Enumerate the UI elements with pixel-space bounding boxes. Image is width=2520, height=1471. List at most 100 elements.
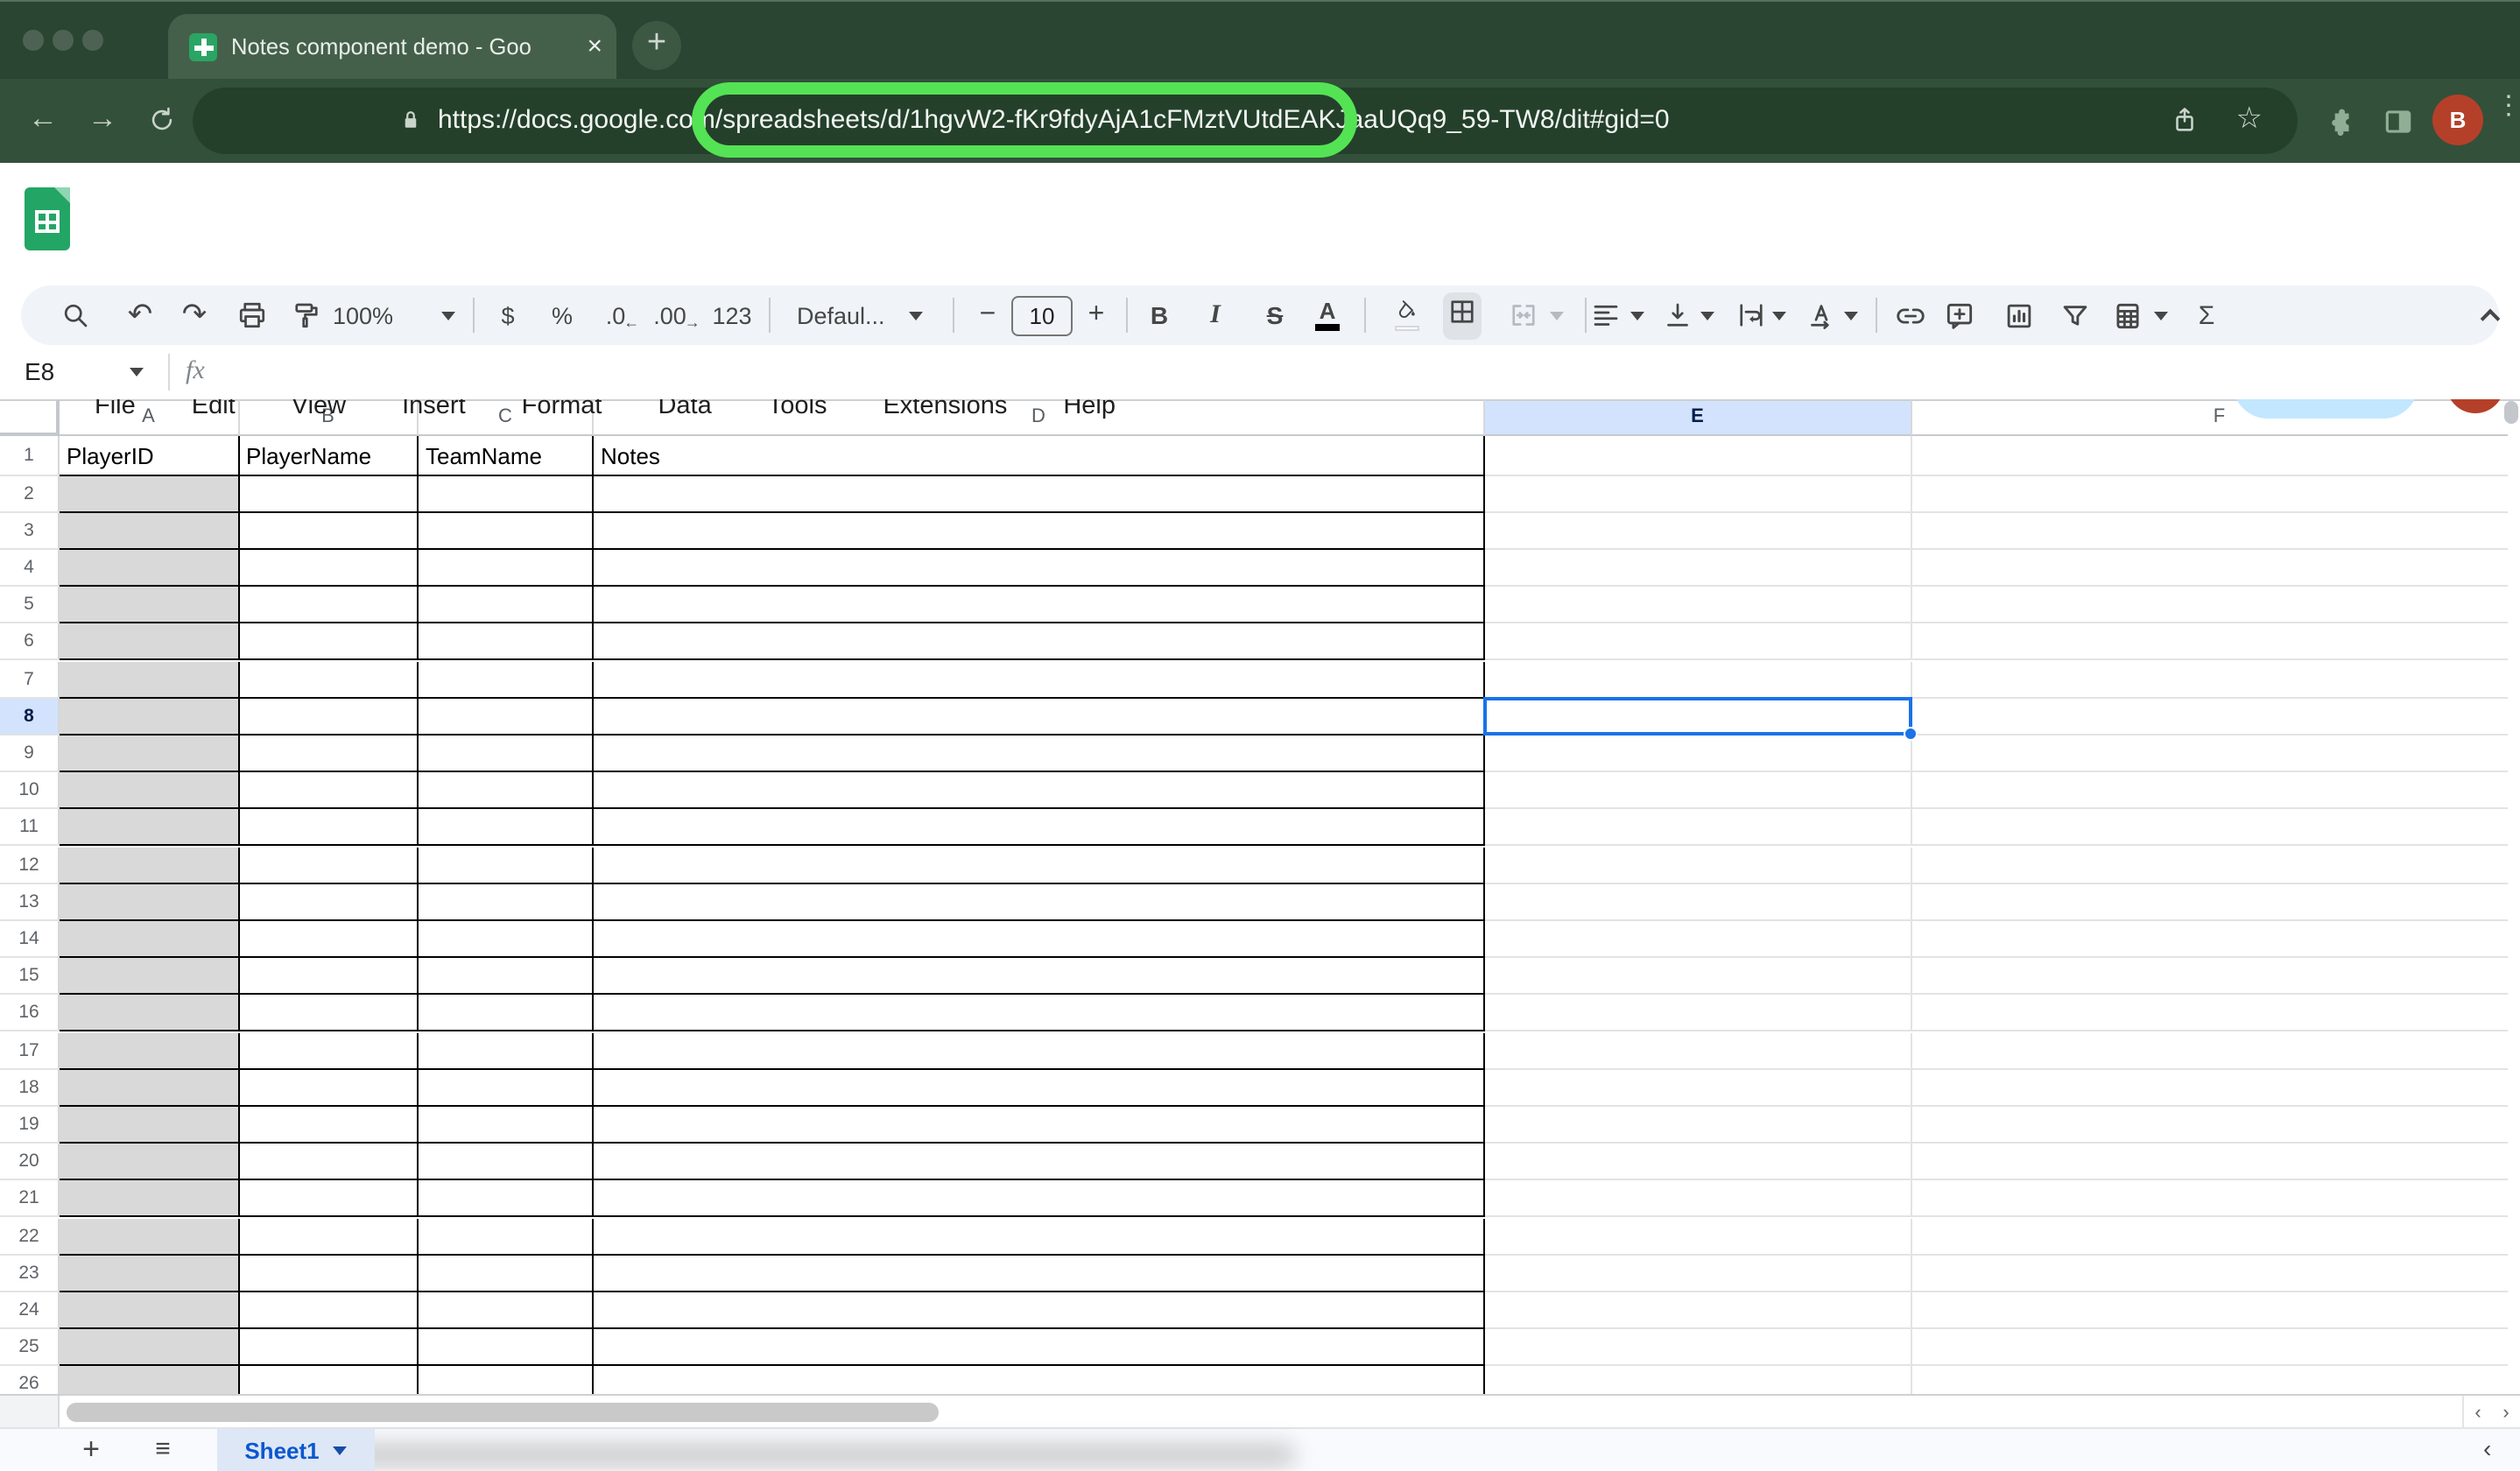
cell-F8[interactable]: [1911, 698, 2520, 735]
cell-F19[interactable]: [1911, 1107, 2520, 1144]
address-bar[interactable]: https://docs.google.com/spreadsheets/d/1…: [193, 88, 2298, 154]
cell-F13[interactable]: [1911, 883, 2520, 920]
cell-B3[interactable]: [239, 512, 419, 549]
cell-B6[interactable]: [239, 624, 419, 661]
cell-F18[interactable]: [1911, 1069, 2520, 1106]
reload-icon[interactable]: [147, 79, 177, 163]
cell-E15[interactable]: [1485, 958, 1911, 995]
cell-A9[interactable]: [60, 736, 239, 772]
horizontal-scrollbar[interactable]: ‹ ›: [0, 1394, 2520, 1427]
merge-cells-button[interactable]: [1508, 285, 1539, 345]
cell-E13[interactable]: [1485, 883, 1911, 920]
cell-C13[interactable]: [419, 883, 594, 920]
cell-B18[interactable]: [239, 1069, 419, 1106]
row-header-8[interactable]: 8: [0, 698, 60, 735]
create-filter-icon[interactable]: [2059, 285, 2092, 345]
cell-A21[interactable]: [60, 1181, 239, 1218]
cell-A1[interactable]: PlayerID: [60, 435, 239, 475]
cell-D8[interactable]: [594, 698, 1485, 735]
redo-icon[interactable]: ↷: [182, 285, 208, 345]
row-header-17[interactable]: 17: [0, 1032, 60, 1069]
row-header-5[interactable]: 5: [0, 587, 60, 623]
text-wrap-button[interactable]: [1735, 285, 1767, 345]
cell-C9[interactable]: [419, 736, 594, 772]
row-header-12[interactable]: 12: [0, 847, 60, 883]
format-currency-button[interactable]: $: [501, 285, 514, 345]
row-header-7[interactable]: 7: [0, 661, 60, 698]
cell-E9[interactable]: [1485, 736, 1911, 772]
cell-C10[interactable]: [419, 772, 594, 809]
strikethrough-button[interactable]: S: [1267, 285, 1284, 345]
cell-C19[interactable]: [419, 1107, 594, 1144]
cell-D20[interactable]: [594, 1144, 1485, 1180]
cell-B12[interactable]: [239, 847, 419, 883]
cell-D25[interactable]: [594, 1329, 1485, 1366]
borders-button[interactable]: [1443, 285, 1482, 345]
row-header-11[interactable]: 11: [0, 810, 60, 847]
cell-B14[interactable]: [239, 921, 419, 958]
back-button[interactable]: ←: [28, 79, 58, 163]
cell-A20[interactable]: [60, 1144, 239, 1180]
cell-F9[interactable]: [1911, 736, 2520, 772]
cell-C4[interactable]: [419, 550, 594, 587]
cell-A13[interactable]: [60, 883, 239, 920]
cell-A12[interactable]: [60, 847, 239, 883]
table-tools-caret-icon[interactable]: [2154, 285, 2168, 345]
cell-F12[interactable]: [1911, 847, 2520, 883]
cell-F21[interactable]: [1911, 1181, 2520, 1218]
cell-A8[interactable]: [60, 698, 239, 735]
decrease-decimal-button[interactable]: .0←: [606, 285, 642, 345]
bold-button[interactable]: B: [1151, 285, 1168, 345]
cell-B13[interactable]: [239, 883, 419, 920]
all-sheets-icon[interactable]: ≡: [142, 1429, 184, 1471]
cell-D17[interactable]: [594, 1032, 1485, 1069]
cell-F7[interactable]: [1911, 661, 2520, 698]
cell-E6[interactable]: [1485, 624, 1911, 661]
cell-A23[interactable]: [60, 1255, 239, 1292]
horizontal-align-button[interactable]: [1590, 285, 1622, 345]
cell-E1[interactable]: [1485, 435, 1911, 475]
column-header-E[interactable]: E: [1485, 398, 1911, 435]
cell-B19[interactable]: [239, 1107, 419, 1144]
cell-A15[interactable]: [60, 958, 239, 995]
traffic-light-minimize-icon[interactable]: [53, 30, 74, 51]
font-size-input[interactable]: 10: [1011, 285, 1073, 345]
cell-F17[interactable]: [1911, 1032, 2520, 1069]
cell-F5[interactable]: [1911, 587, 2520, 623]
traffic-light-close-icon[interactable]: [23, 30, 44, 51]
row-header-15[interactable]: 15: [0, 958, 60, 995]
cell-D15[interactable]: [594, 958, 1485, 995]
cell-C25[interactable]: [419, 1329, 594, 1366]
cell-C21[interactable]: [419, 1181, 594, 1218]
new-tab-button[interactable]: +: [632, 21, 681, 70]
sheets-logo-icon[interactable]: [25, 187, 70, 250]
cell-C14[interactable]: [419, 921, 594, 958]
more-formats-button[interactable]: 123: [712, 285, 751, 345]
cell-A25[interactable]: [60, 1329, 239, 1366]
collapse-toolbar-icon[interactable]: [2483, 285, 2497, 345]
cell-A19[interactable]: [60, 1107, 239, 1144]
cell-C7[interactable]: [419, 661, 594, 698]
vertical-align-caret-icon[interactable]: [1700, 285, 1714, 345]
cell-F22[interactable]: [1911, 1218, 2520, 1255]
cell-A4[interactable]: [60, 550, 239, 587]
cell-D23[interactable]: [594, 1255, 1485, 1292]
cell-D13[interactable]: [594, 883, 1485, 920]
cell-A7[interactable]: [60, 661, 239, 698]
table-tools-icon[interactable]: [2111, 285, 2144, 345]
side-panel-chevron-icon[interactable]: ‹: [2483, 1429, 2491, 1471]
cell-E4[interactable]: [1485, 550, 1911, 587]
browser-tab[interactable]: Notes component demo - Goo ×: [168, 14, 616, 81]
cell-B25[interactable]: [239, 1329, 419, 1366]
cell-E17[interactable]: [1485, 1032, 1911, 1069]
fill-color-button[interactable]: [1393, 285, 1419, 345]
vertical-scrollbar-thumb[interactable]: [2504, 401, 2518, 424]
cell-E5[interactable]: [1485, 587, 1911, 623]
browser-menu-icon[interactable]: ⋮: [2495, 100, 2520, 114]
extensions-puzzle-icon[interactable]: [2324, 105, 2357, 147]
cell-A2[interactable]: [60, 475, 239, 512]
cell-E11[interactable]: [1485, 810, 1911, 847]
cell-E18[interactable]: [1485, 1069, 1911, 1106]
row-header-13[interactable]: 13: [0, 883, 60, 920]
horizontal-scrollbar-thumb[interactable]: [67, 1403, 939, 1421]
